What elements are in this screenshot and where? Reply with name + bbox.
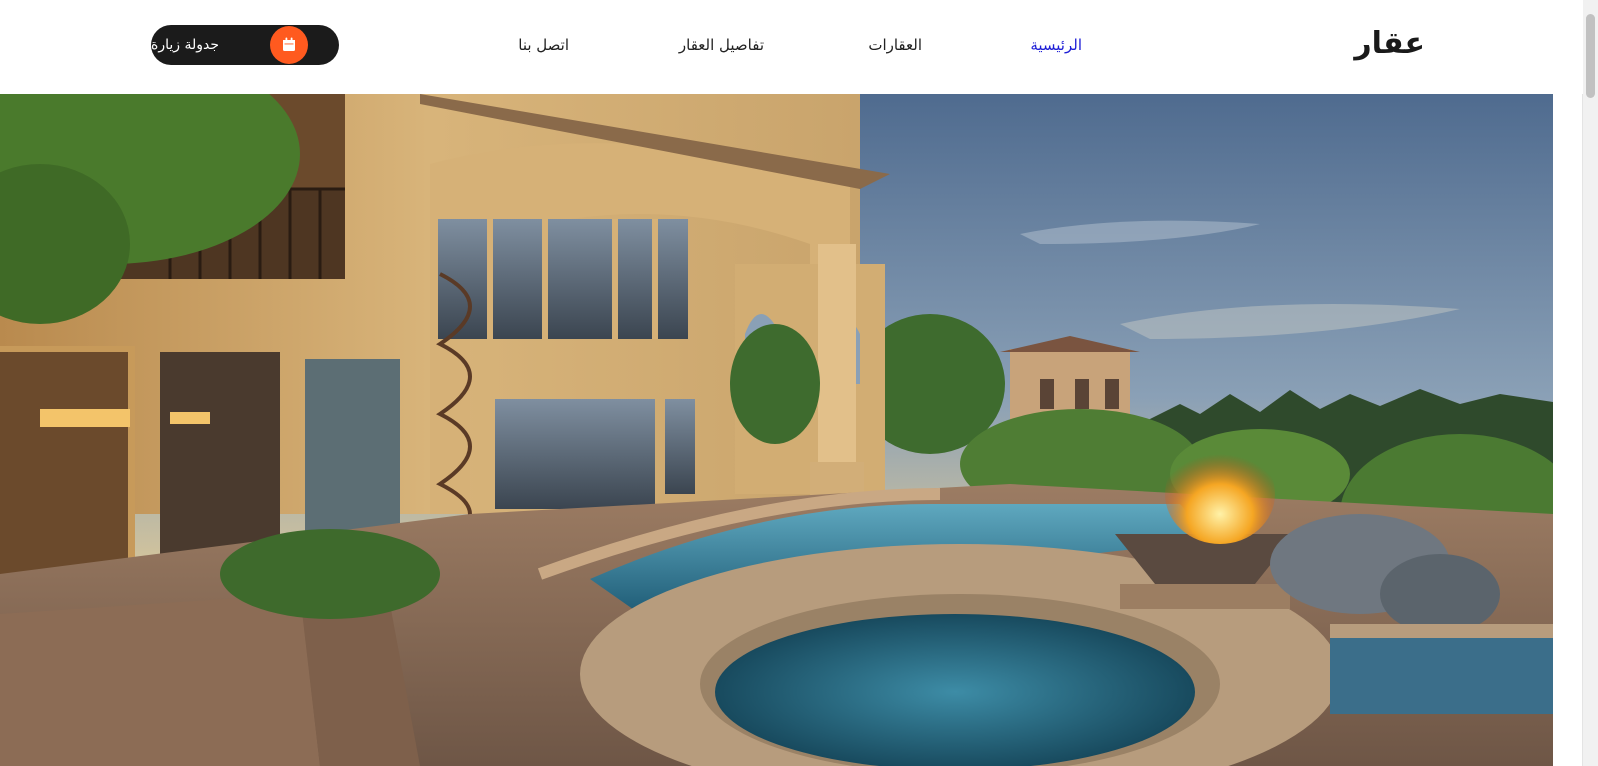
- page-scrollbar[interactable]: [1582, 0, 1598, 766]
- site-logo[interactable]: عقار: [1354, 22, 1425, 66]
- nav-link-home[interactable]: الرئيسية: [1030, 34, 1082, 56]
- nav-link-property-details[interactable]: تفاصيل العقار: [679, 34, 764, 56]
- site-header: عقار الرئيسية العقارات تفاصيل العقار اتص…: [0, 0, 1583, 94]
- nav-link-contact[interactable]: اتصل بنا: [518, 34, 569, 56]
- schedule-visit-label: جدولة زيارة: [151, 37, 220, 53]
- hero-image: [0, 94, 1553, 766]
- calendar-icon: [270, 26, 308, 64]
- page: عقار الرئيسية العقارات تفاصيل العقار اتص…: [0, 0, 1598, 766]
- schedule-visit-button[interactable]: جدولة زيارة: [151, 25, 339, 65]
- scrollbar-thumb[interactable]: [1586, 14, 1595, 98]
- nav-link-properties[interactable]: العقارات: [868, 34, 922, 56]
